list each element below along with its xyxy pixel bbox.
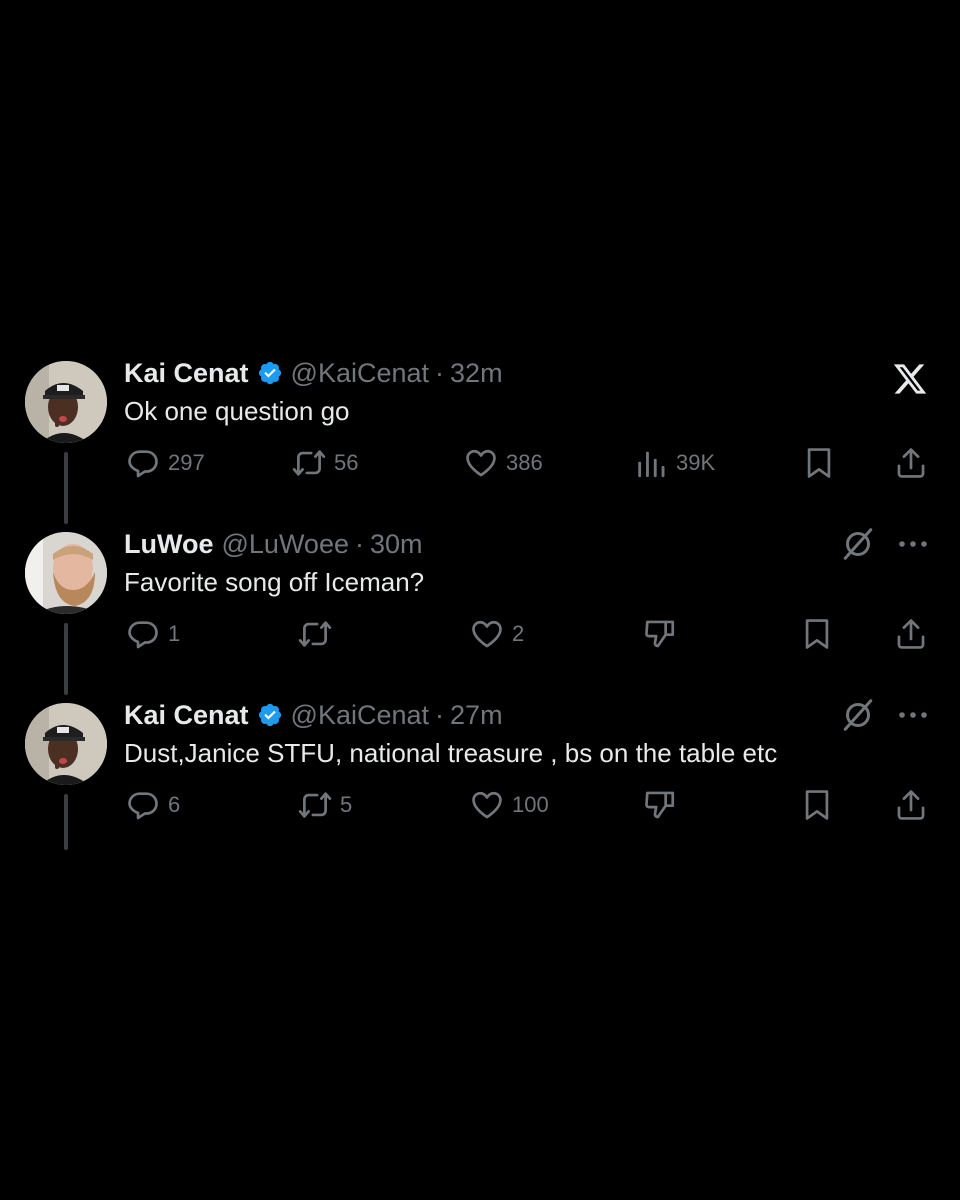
tweet-text: Dust,Janice STFU, national treasure , bs… bbox=[124, 738, 778, 768]
man-cap-avatar-icon bbox=[25, 361, 107, 443]
like-count: 386 bbox=[506, 450, 543, 475]
separator-dot: · bbox=[435, 700, 445, 730]
reply-icon bbox=[128, 792, 158, 820]
tweet-text: Favorite song off Iceman? bbox=[124, 567, 425, 597]
thread-line bbox=[64, 623, 68, 695]
tweet-header: Kai Cenat @KaiCenat · 32m bbox=[124, 357, 503, 389]
repost-count: 56 bbox=[334, 450, 359, 475]
reply-icon bbox=[128, 450, 158, 478]
avatar[interactable] bbox=[25, 361, 107, 443]
reply-button[interactable]: 297 bbox=[126, 446, 205, 480]
reply-icon bbox=[128, 621, 158, 649]
display-name[interactable]: Kai Cenat bbox=[124, 699, 249, 731]
share-icon bbox=[897, 448, 925, 478]
display-name[interactable]: LuWoe bbox=[124, 528, 214, 560]
timestamp[interactable]: 30m bbox=[370, 528, 423, 560]
reply-button[interactable]: 6 bbox=[126, 788, 180, 822]
avatar[interactable] bbox=[25, 703, 107, 785]
like-count: 2 bbox=[512, 621, 525, 646]
dislike-button[interactable] bbox=[643, 788, 677, 822]
like-icon bbox=[466, 449, 496, 477]
more-icon bbox=[899, 712, 927, 718]
repost-count: 5 bbox=[340, 792, 353, 817]
tweet-header: LuWoe @LuWoee · 30m bbox=[124, 528, 423, 560]
display-name[interactable]: Kai Cenat bbox=[124, 357, 249, 389]
reply-count: 6 bbox=[168, 792, 181, 817]
man-cap-avatar-icon bbox=[25, 703, 107, 785]
views-icon bbox=[638, 451, 665, 478]
thread-line bbox=[64, 794, 68, 850]
repost-icon bbox=[298, 792, 332, 818]
bookmark-button[interactable] bbox=[800, 617, 834, 651]
bookmark-icon bbox=[807, 448, 831, 478]
like-count: 100 bbox=[512, 792, 549, 817]
dislike-icon bbox=[645, 791, 675, 819]
repost-icon bbox=[292, 450, 326, 476]
like-button[interactable]: 2 bbox=[470, 617, 524, 651]
like-icon bbox=[472, 791, 502, 819]
more-button[interactable] bbox=[896, 701, 930, 729]
grok-icon bbox=[843, 699, 873, 731]
avatar[interactable] bbox=[25, 532, 107, 614]
x-logo-icon bbox=[893, 364, 927, 394]
tweet-text: Ok one question go bbox=[124, 396, 350, 426]
share-icon bbox=[897, 790, 925, 820]
share-button[interactable] bbox=[894, 788, 928, 822]
timestamp[interactable]: 27m bbox=[450, 699, 503, 731]
dislike-button[interactable] bbox=[643, 617, 677, 651]
user-handle[interactable]: @KaiCenat bbox=[291, 699, 429, 731]
x-logo bbox=[892, 361, 928, 397]
bookmark-button[interactable] bbox=[802, 446, 836, 480]
user-handle[interactable]: @LuWoee bbox=[222, 528, 350, 560]
thread-line bbox=[64, 452, 68, 524]
reply-count: 1 bbox=[168, 621, 181, 646]
repost-button[interactable]: 56 bbox=[292, 446, 358, 480]
repost-button[interactable]: 5 bbox=[298, 788, 352, 822]
share-button[interactable] bbox=[894, 446, 928, 480]
reply-button[interactable]: 1 bbox=[126, 617, 180, 651]
repost-icon bbox=[298, 621, 332, 647]
separator-dot: · bbox=[355, 529, 364, 559]
grok-button[interactable] bbox=[840, 697, 876, 733]
bookmark-button[interactable] bbox=[800, 788, 834, 822]
share-button[interactable] bbox=[894, 617, 928, 651]
views-count: 39K bbox=[676, 450, 716, 475]
grok-button[interactable] bbox=[840, 526, 876, 562]
more-button[interactable] bbox=[896, 530, 930, 558]
more-icon bbox=[899, 541, 927, 547]
views-button[interactable]: 39K bbox=[634, 446, 715, 480]
verified-badge-icon bbox=[258, 703, 281, 727]
tweet-1[interactable]: Kai Cenat @KaiCenat · 32m Ok one questio… bbox=[0, 358, 960, 524]
like-button[interactable]: 100 bbox=[470, 788, 549, 822]
like-button[interactable]: 386 bbox=[464, 446, 543, 480]
tweet-2[interactable]: LuWoe @LuWoee · 30m Favorite song off Ic… bbox=[0, 528, 960, 695]
share-icon bbox=[897, 619, 925, 649]
repost-button[interactable] bbox=[298, 617, 340, 651]
tweet-header: Kai Cenat @KaiCenat · 27m bbox=[124, 699, 503, 731]
bookmark-icon bbox=[805, 619, 829, 649]
separator-dot: · bbox=[435, 358, 445, 388]
timestamp[interactable]: 32m bbox=[450, 357, 503, 389]
tweet-3[interactable]: Kai Cenat @KaiCenat · 27m Dust,Janice ST… bbox=[0, 699, 960, 850]
verified-badge-icon bbox=[258, 361, 281, 385]
bookmark-icon bbox=[805, 790, 829, 820]
reply-count: 297 bbox=[168, 450, 205, 475]
grok-icon bbox=[843, 528, 873, 560]
bearded-man-avatar-icon bbox=[25, 532, 107, 614]
like-icon bbox=[472, 620, 502, 648]
user-handle[interactable]: @KaiCenat bbox=[291, 357, 429, 389]
dislike-icon bbox=[645, 620, 675, 648]
